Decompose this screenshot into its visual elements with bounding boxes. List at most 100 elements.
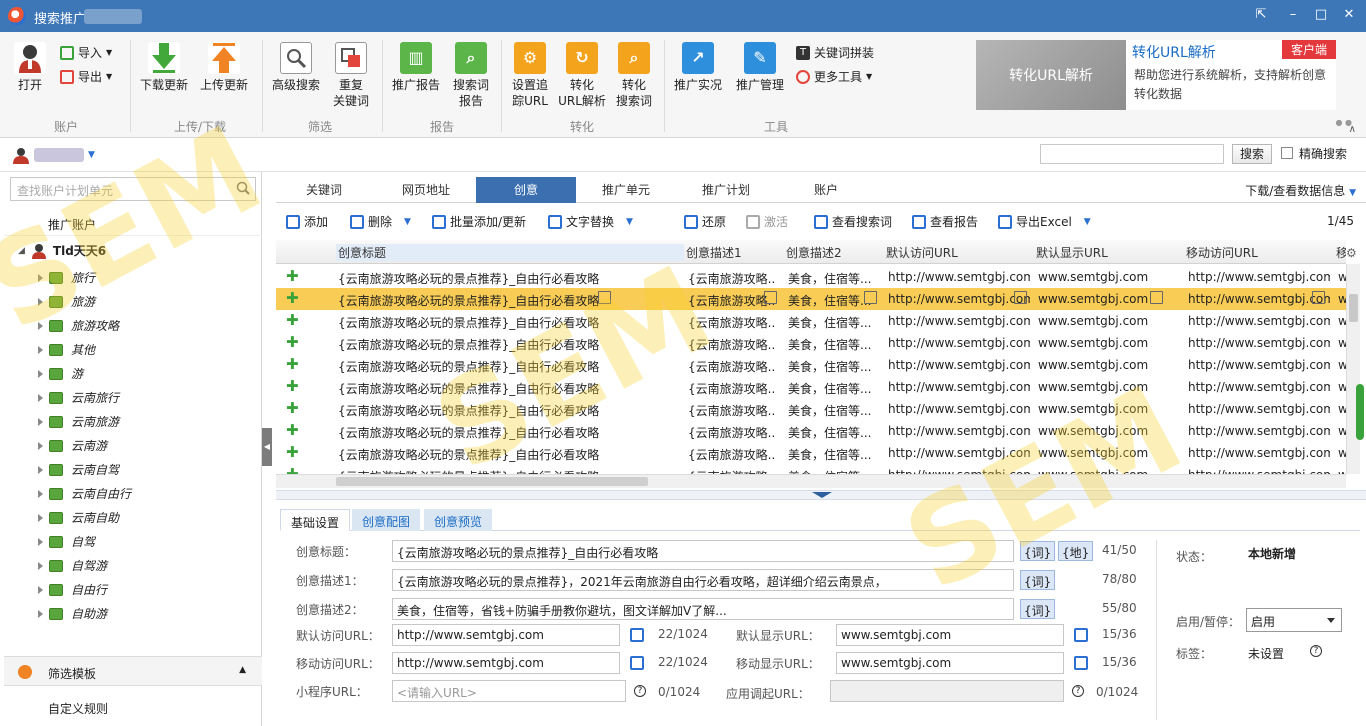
cell-url[interactable]: http://www.semtgbj.com [888,446,1030,460]
cell-desc2[interactable]: 美食，住宿等... [788,270,874,287]
insert-word-button[interactable]: {词} [1020,541,1056,561]
desc1-insert-word-button[interactable]: {词} [1020,570,1056,590]
cell-murl[interactable]: http://www.semtgbj.com [1188,402,1330,416]
pin-icon[interactable]: ⇱ [1252,6,1270,24]
edit-icon[interactable] [864,291,877,304]
maximize-button[interactable]: □ [1312,6,1330,24]
cell-desc1[interactable]: {云南旅游攻略... [688,424,776,441]
col-more[interactable]: 移 [1336,244,1346,261]
cell-extra[interactable]: w [1338,446,1346,460]
open-button[interactable]: 打开 [10,42,50,93]
expand-arrow-icon[interactable] [38,489,43,498]
upload-update-button[interactable]: 上传更新 [196,42,252,93]
table-row[interactable]: ✚ {云南旅游攻略必玩的景点推荐}_自由行必看攻略{云南旅游攻略... 美食，住宿等… [276,442,1346,464]
open-link-icon[interactable] [1074,656,1088,670]
table-row[interactable]: ✚ {云南旅游攻略必玩的景点推荐}_自由行必看攻略{云南旅游攻略... 美食，住宿等… [276,310,1346,332]
cell-desc2[interactable]: 美食，住宿等... [788,292,874,309]
filter-template-bar[interactable]: 筛选模板 ▲ [4,656,262,686]
cell-display[interactable]: www.semtgbj.com [1038,380,1180,394]
tree-item[interactable]: 自由行 [38,581,107,598]
cell-url[interactable]: http://www.semtgbj.com [888,292,1030,306]
cell-url[interactable]: http://www.semtgbj.com [888,402,1030,416]
expand-arrow-icon[interactable] [38,609,43,618]
export-button[interactable]: 导出 ▼ [60,68,112,85]
text-replace-button[interactable]: 文字替换 ▼ [548,213,633,230]
mobile-display-input[interactable]: www.semtgbj.com [836,652,1064,674]
promo-manage-button[interactable]: ✎ 推广管理 [732,42,788,93]
cell-title[interactable]: {云南旅游攻略必玩的景点推荐}_自由行必看攻略 [338,314,684,331]
cell-display[interactable]: www.semtgbj.com [1038,424,1180,438]
cell-extra[interactable]: w [1338,270,1346,284]
import-button[interactable]: 导入 ▼ [60,44,112,61]
cell-display[interactable]: www.semtgbj.com [1038,314,1180,328]
desc2-input[interactable]: 美食，住宿等，省钱+防骗手册教你避坑，图文详解加V了解... [392,598,1014,620]
ribbon-collapse-icon[interactable]: ∧ [1349,124,1356,135]
default-display-input[interactable]: www.semtgbj.com [836,624,1064,646]
cell-desc2[interactable]: 美食，住宿等... [788,380,874,397]
cell-url[interactable]: http://www.semtgbj.com [888,314,1030,328]
tree-item[interactable]: 游 [38,365,83,382]
tab-basic-settings[interactable]: 基础设置 [280,509,351,531]
tab-creative-image[interactable]: 创意配图 [352,509,421,531]
table-row[interactable]: ✚ {云南旅游攻略必玩的景点推荐}_自由行必看攻略{云南旅游攻略... 美食，住宿等… [276,376,1346,398]
tree-search-input[interactable]: 查找账户计划单元 [10,177,256,201]
gear-icon[interactable]: ⚙ [1346,246,1360,260]
cell-extra[interactable]: w [1338,402,1346,416]
table-row[interactable]: ✚ {云南旅游攻略必玩的景点推荐}_自由行必看攻略{云南旅游攻略... 美食，住宿等… [276,288,1346,310]
tree-item[interactable]: 其他 [38,341,95,358]
mobile-url-input[interactable]: http://www.semtgbj.com [392,652,620,674]
cell-url[interactable]: http://www.semtgbj.com [888,424,1030,438]
mini-program-input[interactable]: <请输入URL> [392,680,626,702]
expand-arrow-icon[interactable] [38,441,43,450]
cell-desc1[interactable]: {云南旅游攻略... [688,380,776,397]
tree-item[interactable]: 云南自由行 [38,485,131,502]
cell-extra[interactable]: w [1338,292,1346,306]
tree-item[interactable]: 自驾游 [38,557,107,574]
tree-item[interactable]: 云南旅行 [38,389,119,406]
cell-murl[interactable]: http://www.semtgbj.com [1188,270,1330,284]
promo-live-button[interactable]: ↗ 推广实况 [670,42,726,93]
expand-plus-icon[interactable]: ✚ [286,269,299,284]
cell-title[interactable]: {云南旅游攻略必玩的景点推荐}_自由行必看攻略 [338,358,684,375]
help-icon[interactable]: ? [634,685,646,697]
cell-desc1[interactable]: {云南旅游攻略... [688,336,776,353]
cell-title[interactable]: {云南旅游攻略必玩的景点推荐}_自由行必看攻略 [338,292,684,309]
activate-button[interactable]: 激活 [746,213,788,230]
global-search-input[interactable] [1040,144,1224,164]
cell-murl[interactable]: http://www.semtgbj.com [1188,336,1330,350]
cell-desc1[interactable]: {云南旅游攻略... [688,292,776,309]
cell-extra[interactable]: w [1338,336,1346,350]
search-button[interactable]: 搜索 [1232,144,1272,164]
edit-icon[interactable] [764,291,777,304]
download-update-button[interactable]: 下载更新 [136,42,192,93]
expand-arrow-icon[interactable] [38,561,43,570]
minimize-button[interactable]: – [1284,6,1302,24]
col-title[interactable]: 创意标题 [336,244,684,261]
desc2-insert-word-button[interactable]: {词} [1020,599,1056,619]
tree-item[interactable]: 云南旅游 [38,413,119,430]
panel-splitter[interactable] [276,490,1366,500]
expand-plus-icon[interactable]: ✚ [286,401,299,416]
promo-report-button[interactable]: ▥ 推广报告 [388,42,444,93]
col-desc2[interactable]: 创意描述2 [786,244,842,261]
tab-creative[interactable]: 创意 [476,177,576,203]
help-icon[interactable]: ? [1310,645,1322,657]
tree-item[interactable]: 云南游 [38,437,107,454]
duplicate-keywords-button[interactable]: 重复 关键词 [326,42,376,109]
cell-murl[interactable]: http://www.semtgbj.com [1188,358,1330,372]
tree-item[interactable]: 自助游 [38,605,107,622]
tab-creative-preview[interactable]: 创意预览 [424,509,493,531]
expand-arrow-icon[interactable] [38,537,43,546]
panel-collapse-button[interactable]: ◀ [262,428,272,466]
cell-desc1[interactable]: {云南旅游攻略... [688,402,776,419]
set-tracking-url-button[interactable]: ⚙ 设置追 踪URL [507,42,553,109]
tab-ad-unit[interactable]: 推广单元 [576,177,676,203]
cell-desc1[interactable]: {云南旅游攻略... [688,270,776,287]
expand-plus-icon[interactable]: ✚ [286,467,299,475]
cell-url[interactable]: http://www.semtgbj.com [888,336,1030,350]
cell-display[interactable]: www.semtgbj.com [1038,270,1180,284]
cell-desc1[interactable]: {云南旅游攻略... [688,314,776,331]
tab-account[interactable]: 账户 [776,177,876,203]
cell-url[interactable]: http://www.semtgbj.com [888,380,1030,394]
desc1-input[interactable]: {云南旅游攻略必玩的景点推荐}，2021年云南旅游自由行必看攻略，超详细介绍云南… [392,569,1014,591]
